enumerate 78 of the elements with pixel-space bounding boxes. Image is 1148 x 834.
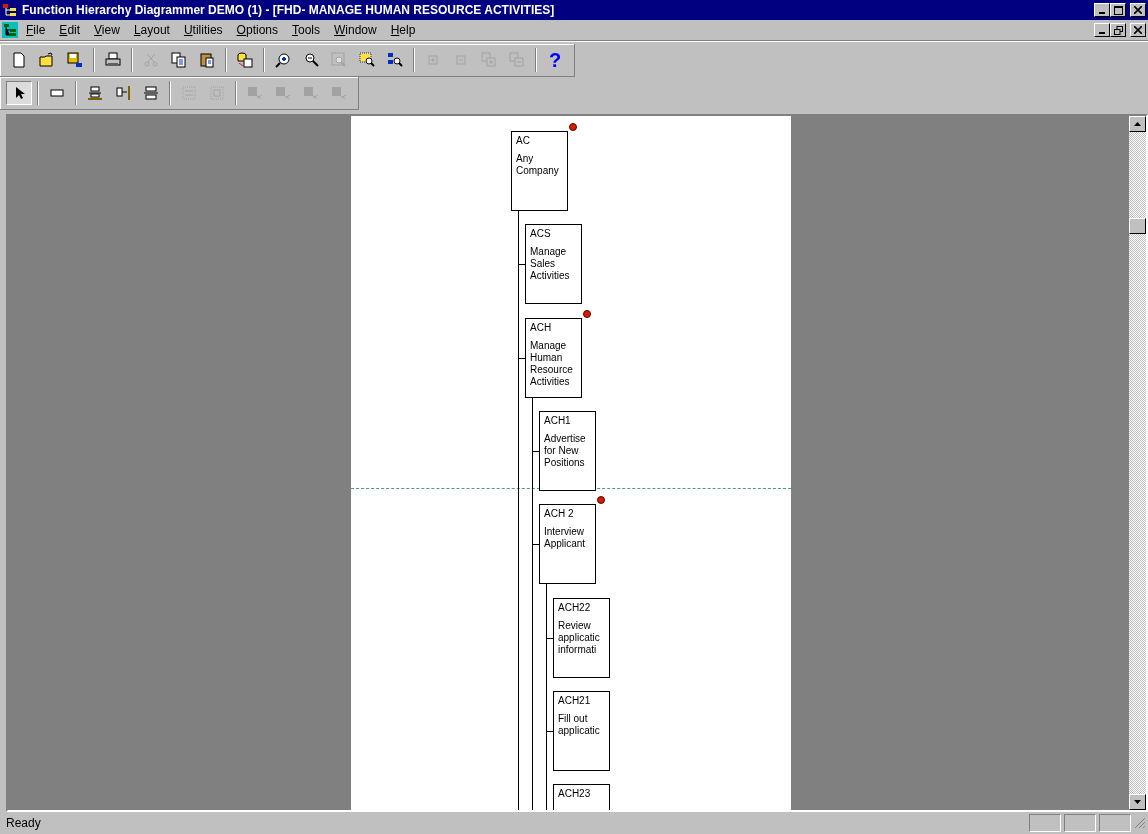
function-code: ACH [530, 321, 553, 334]
close-icon [1134, 6, 1142, 14]
zoom-diagram-icon [387, 52, 403, 68]
function-box[interactable]: ACH Manage Human Resource Activities [525, 317, 582, 398]
status-panel [1029, 814, 1061, 832]
close-button[interactable] [1130, 23, 1146, 37]
database-icon [237, 52, 253, 68]
help-button[interactable]: ? [542, 48, 568, 72]
function-name: Any Company [516, 153, 560, 177]
align-side-icon [115, 85, 131, 101]
zoom-area-icon [359, 52, 375, 68]
up-arrow-icon [1134, 122, 1141, 126]
function-name: Manage Sales Activities [530, 246, 571, 283]
close-button[interactable] [1130, 3, 1146, 17]
move-shape-icon [275, 85, 291, 101]
move-shape-icon [303, 85, 319, 101]
function-name: Interview Applicant [544, 526, 587, 551]
scroll-down-button[interactable] [1129, 794, 1146, 810]
function-code: AC [516, 135, 531, 147]
function-box[interactable]: ACH23 [553, 784, 610, 810]
scissors-icon [143, 52, 159, 68]
maximize-button[interactable] [1110, 3, 1126, 17]
size-grip-icon [1134, 817, 1146, 829]
function-code: ACH22 [558, 601, 592, 614]
function-code: ACH23 [558, 788, 592, 801]
function-box[interactable]: ACH 2 Interview Applicant [539, 504, 596, 585]
status-text: Ready [6, 816, 42, 830]
down-arrow-icon [1134, 800, 1141, 804]
menu-item[interactable]: Utilities [177, 23, 229, 37]
scroll-up-button[interactable] [1129, 116, 1146, 132]
clipboard-icon [199, 52, 215, 68]
copy-icon [171, 52, 187, 68]
window-title: Function Hierarchy Diagrammer DEMO (1) - [FHD- MANAGE HUMAN RESOURCE ACTIVITIES] [22, 3, 556, 17]
blank-page-icon [11, 52, 27, 68]
status-panel [1099, 814, 1131, 832]
align-top-icon [87, 85, 103, 101]
minimize-button[interactable] [1094, 23, 1110, 37]
zoom-out-icon [303, 52, 319, 68]
printer-icon [105, 52, 121, 68]
function-code: ACH1 [544, 414, 572, 427]
function-name: Fill out applicatic [558, 712, 601, 737]
menu-item[interactable]: Options [230, 23, 284, 37]
status-panel [1064, 814, 1096, 832]
function-name: Advertise for New Positions [544, 432, 587, 469]
vertical-scrollbar[interactable] [1129, 116, 1146, 810]
menu-item[interactable]: Edit [53, 23, 87, 37]
function-name: Review applicatic informati [558, 619, 601, 656]
function-box[interactable]: AC Any Company [511, 131, 568, 211]
function-code: ACS [530, 228, 552, 241]
function-code: ACH 2 [544, 508, 575, 521]
menu-item[interactable]: Tools [286, 23, 326, 37]
menu-item[interactable]: File [20, 23, 52, 37]
pointer-button[interactable] [6, 81, 32, 105]
restore-icon [1113, 25, 1123, 35]
app-icon [2, 2, 18, 18]
menu-item[interactable]: Window [328, 23, 383, 37]
menu-item[interactable]: View [88, 23, 126, 37]
restore-button[interactable] [1110, 23, 1126, 37]
move-shape-icon [331, 85, 347, 101]
function-box[interactable]: ACH22 Review applicatic informati [553, 597, 610, 678]
align-middle-icon [143, 85, 159, 101]
zoom-page-icon [331, 52, 347, 68]
function-name: Manage Human Resource Activities [530, 339, 574, 388]
disk-icon [67, 52, 83, 68]
menu-item[interactable]: Layout [127, 23, 176, 37]
scroll-thumb[interactable] [1129, 218, 1146, 234]
function-box[interactable]: ACH1 Advertise for New Positions [539, 410, 596, 491]
folder-icon [39, 52, 55, 68]
function-code: ACH21 [558, 694, 592, 707]
app-icon [2, 22, 18, 38]
menu-item[interactable]: Help [384, 23, 422, 37]
function-box[interactable]: ACS Manage Sales Activities [525, 224, 582, 305]
minimize-button[interactable] [1094, 3, 1110, 17]
zoom-in-icon [275, 52, 291, 68]
close-icon [1134, 26, 1142, 34]
maximize-icon [1113, 5, 1123, 15]
function-box[interactable]: ACH21 Fill out applicatic [553, 690, 610, 771]
move-shape-icon [247, 85, 263, 101]
